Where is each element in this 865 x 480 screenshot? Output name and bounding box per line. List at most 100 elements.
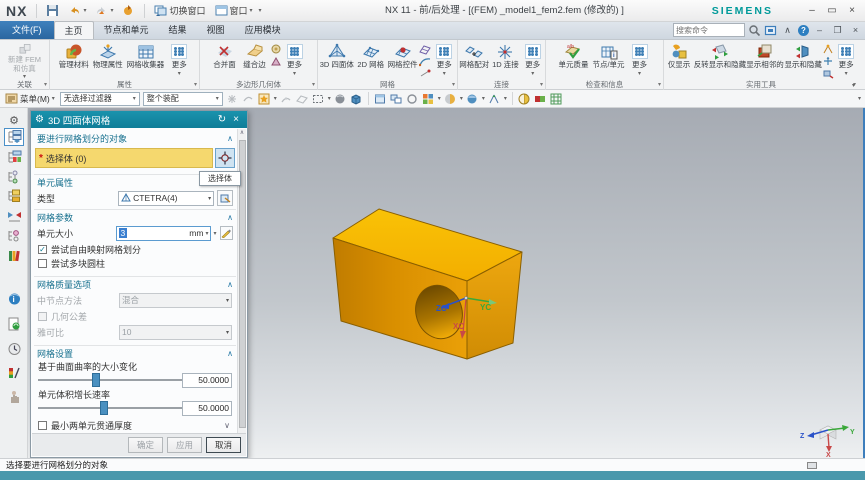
dialog-reset-icon[interactable]: ↻: [215, 114, 229, 125]
qat-overflow-button[interactable]: ▾: [259, 7, 262, 14]
new-window-icon[interactable]: [374, 92, 387, 105]
mesh-control-button[interactable]: 网格控件: [386, 42, 420, 80]
show-only-button[interactable]: 仅显示: [664, 42, 694, 80]
connection-1d-button[interactable]: 1D 连接: [490, 42, 520, 80]
show-wcs-icon[interactable]: [822, 44, 834, 55]
web-browser-tab[interactable]: i: [4, 290, 24, 308]
cancel-button[interactable]: 取消: [205, 437, 241, 453]
checkbox-checked-icon[interactable]: ✓: [38, 245, 47, 254]
growth-slider[interactable]: [38, 401, 183, 415]
edit-section-icon[interactable]: [534, 92, 547, 105]
collapse-chevron-icon[interactable]: ∧: [227, 349, 233, 358]
mesh-mating-button[interactable]: 网格配对: [458, 42, 490, 80]
polygon-repair-icon[interactable]: [270, 44, 282, 55]
scrollbar-up-arrow-icon[interactable]: ∧: [238, 129, 246, 139]
menu-button[interactable]: 菜单(M) ▾: [3, 92, 57, 105]
show-and-hide-button[interactable]: 显示和隐藏: [784, 42, 822, 80]
window-layout-dropdown[interactable]: ▾: [438, 95, 441, 102]
manage-materials-button[interactable]: 管理材料: [57, 42, 91, 80]
selection-scope-dropdown[interactable]: 整个装配 ▾: [142, 91, 223, 106]
mesh-surface-icon[interactable]: [419, 44, 432, 55]
hd3d-tools-tab[interactable]: [4, 315, 24, 333]
collapse-chevron-icon[interactable]: ∧: [227, 280, 233, 289]
snap-point-icon[interactable]: [258, 92, 271, 105]
undo-button[interactable]: ▾: [65, 2, 89, 20]
connections-more-button[interactable]: 更多 ▾: [520, 42, 545, 80]
move-object-icon[interactable]: [822, 56, 834, 67]
collapse-chevron-icon[interactable]: ∧: [227, 213, 233, 222]
search-icon[interactable]: [748, 24, 761, 37]
rectangle-select-dropdown[interactable]: ▾: [328, 95, 331, 102]
ribbon-overflow-arrow[interactable]: ▾: [852, 82, 855, 89]
toolbar-overflow-arrow[interactable]: ▾: [858, 95, 861, 102]
switch-window-button[interactable]: 切换窗口: [151, 2, 208, 20]
show-adjacent-button[interactable]: 显示相邻的: [746, 42, 784, 80]
constraint-navigator-tab[interactable]: [4, 207, 24, 225]
dialog-close-icon[interactable]: ×: [229, 114, 243, 125]
apply-button[interactable]: 应用: [166, 437, 202, 453]
render-style-icon[interactable]: [444, 92, 457, 105]
scroll-more-chevron-icon[interactable]: ∨: [224, 421, 232, 430]
node-element-info-button[interactable]: i 节点/单元: [590, 42, 626, 80]
part-navigator-tab[interactable]: [4, 187, 24, 205]
display-mode-icon[interactable]: [466, 92, 479, 105]
curvature-slider-thumb[interactable]: [91, 373, 100, 387]
tab-application[interactable]: 应用模块: [235, 21, 291, 39]
close-button[interactable]: ×: [843, 3, 861, 19]
simulation-navigator-tab[interactable]: [4, 128, 24, 146]
doc-restore-button[interactable]: ❐: [830, 23, 845, 37]
tab-view[interactable]: 视图: [197, 21, 235, 39]
fullscreen-icon[interactable]: [764, 24, 777, 37]
redo-button[interactable]: ▾: [92, 2, 116, 20]
properties-more-button[interactable]: 更多 ▾: [166, 42, 192, 80]
mesh-point-icon[interactable]: [419, 68, 431, 79]
connection-navigator-tab[interactable]: [4, 227, 24, 245]
dialog-titlebar[interactable]: ⚙ 3D 四面体网格 ↻ ×: [31, 111, 247, 128]
multi-block-checkbox-row[interactable]: 尝试多块圆柱: [34, 257, 236, 270]
mesh-more-button[interactable]: 更多 ▾: [431, 42, 457, 80]
curvature-value-field[interactable]: 50.0000: [182, 372, 232, 388]
maximize-button[interactable]: ▭: [823, 3, 841, 19]
edit-mesh-collector-button[interactable]: [217, 190, 233, 206]
solid-body-icon[interactable]: [350, 92, 363, 105]
geometry-tolerance-checkbox-row[interactable]: 几何公差: [34, 310, 236, 323]
repeat-command-button[interactable]: [119, 2, 138, 20]
minimize-button[interactable]: –: [803, 3, 821, 19]
growth-value-field[interactable]: 50.0000: [182, 400, 232, 416]
highlight-related-icon[interactable]: [226, 92, 239, 105]
element-quality-button[interactable]: a/b 单元质量: [556, 42, 590, 80]
reuse-library-tab[interactable]: [4, 247, 24, 265]
post-processing-navigator-tab[interactable]: [4, 148, 24, 166]
size-options-dropdown[interactable]: ▾: [213, 230, 216, 237]
min-thickness-checkbox-row[interactable]: 最小两单元贯通厚度 ∨: [34, 419, 236, 432]
select-body-field[interactable]: * 选择体 (0): [35, 148, 213, 168]
performance-monitor-icon[interactable]: [807, 462, 817, 469]
curvature-slider[interactable]: [38, 373, 183, 387]
search-input[interactable]: [676, 25, 732, 35]
checkbox-icon[interactable]: [38, 312, 47, 321]
mesh-edge-icon[interactable]: [419, 56, 431, 67]
check-info-more-button[interactable]: 更多 ▾: [627, 42, 653, 80]
checkbox-icon[interactable]: [38, 421, 47, 430]
free-mapped-checkbox-row[interactable]: ✓ 尝试自由映射网格划分: [34, 243, 236, 256]
clip-section-icon[interactable]: [518, 92, 531, 105]
history-tab[interactable]: [4, 340, 24, 358]
element-size-input[interactable]: 3 mm ▾: [115, 225, 212, 241]
assembly-navigator-tab[interactable]: [4, 168, 24, 186]
rectangle-select-icon[interactable]: [312, 92, 325, 105]
doc-close-button[interactable]: ×: [848, 23, 863, 37]
utilities-more-button[interactable]: 更多 ▾: [834, 42, 858, 80]
section-settings-header[interactable]: 网格设置 ∧: [34, 345, 236, 360]
roles-tab[interactable]: [4, 364, 24, 382]
tab-results[interactable]: 结果: [159, 21, 197, 39]
section-params-header[interactable]: 网格参数 ∧: [34, 209, 236, 224]
section-objects-header[interactable]: 要进行网格划分的对象 ∧: [34, 128, 236, 146]
mesh-collector-button[interactable]: 网格收集器: [125, 42, 167, 80]
merge-face-button[interactable]: 合并面: [210, 42, 240, 80]
view-orient-icon[interactable]: [488, 92, 501, 105]
save-button[interactable]: [43, 2, 62, 20]
tab-home[interactable]: 主页: [53, 21, 94, 39]
deselect-all-icon[interactable]: [242, 92, 255, 105]
section-quality-header[interactable]: 网格质量选项 ∧: [34, 276, 236, 291]
minimize-ribbon-button[interactable]: ∧: [780, 23, 795, 37]
